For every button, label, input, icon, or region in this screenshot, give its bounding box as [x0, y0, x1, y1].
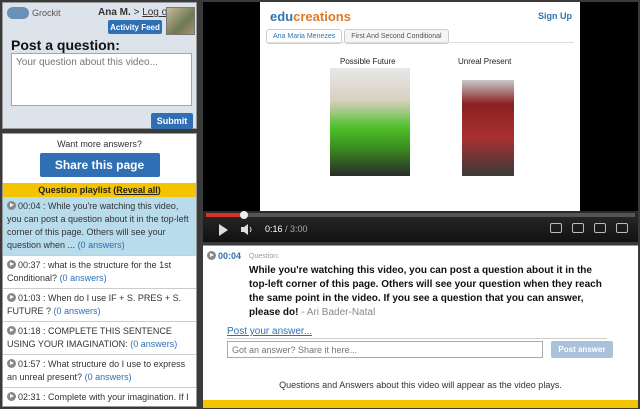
play-icon: [7, 260, 16, 269]
question-text: While you're watching this video, you ca…: [249, 264, 609, 320]
playlist-item-answers[interactable]: (0 answers): [109, 405, 156, 406]
playlist-item-answers[interactable]: (0 answers): [78, 240, 125, 250]
question-label: Question:: [249, 253, 279, 260]
progress-fill: [206, 213, 245, 217]
progress-bar[interactable]: [206, 211, 635, 219]
playlist-item[interactable]: 02:31 : Complete with your imagination. …: [3, 388, 196, 406]
user-name: Ana M.: [98, 7, 131, 18]
question-author: - Ari Bader-Natal: [301, 307, 376, 318]
captions-icon[interactable]: [550, 223, 562, 233]
volume-icon[interactable]: [241, 224, 253, 235]
activity-feed-button[interactable]: Activity Feed: [108, 20, 162, 34]
fullscreen-icon[interactable]: [616, 223, 628, 233]
qa-footer-note: Questions and Answers about this video w…: [279, 380, 562, 390]
post-answer-button[interactable]: Post answer: [551, 341, 613, 358]
drink-photo: [330, 68, 410, 176]
play-icon: [7, 201, 16, 210]
brand-part-b: creations: [293, 9, 351, 24]
question-time-label: 00:04: [218, 251, 242, 261]
playlist-item-time: 02:31: [18, 392, 41, 402]
ask-panel: Grockit Ana M. > Log out Activity Feed P…: [2, 2, 197, 129]
question-input[interactable]: [11, 53, 192, 106]
playlist-item[interactable]: 00:04 : While you're watching this video…: [3, 197, 196, 256]
share-page-button[interactable]: Share this page: [39, 153, 160, 177]
user-separator: >: [133, 7, 140, 18]
grockit-logo-icon: [7, 7, 29, 19]
playlist-title: Question playlist: [38, 185, 111, 195]
play-icon: [7, 293, 16, 302]
question-panel: 00:04 Question: While you're watching th…: [203, 245, 638, 408]
footer-bar: [203, 400, 638, 408]
playlist-item-answers[interactable]: (0 answers): [60, 273, 107, 283]
duration: / 3:00: [285, 224, 308, 234]
playlist-item-answers[interactable]: (0 answers): [85, 372, 132, 382]
video-slide: educreations Sign Up Ana Maria Menezes F…: [260, 2, 580, 211]
playlist-item-time: 00:37: [18, 260, 41, 270]
playlist-item[interactable]: 01:18 : COMPLETE THIS SENTENCE USING YOU…: [3, 322, 196, 355]
playlist-item-time: 01:18: [18, 326, 41, 336]
question-time[interactable]: 00:04: [207, 251, 241, 261]
answer-input[interactable]: [227, 341, 543, 358]
ask-title: Post a question:: [11, 37, 120, 53]
user-line: Ana M. > Log out: [98, 7, 176, 18]
avatar[interactable]: [166, 7, 195, 35]
video-controls: 0:16 / 3:00: [203, 211, 638, 242]
caption-unreal-present: Unreal Present: [458, 57, 512, 66]
slide-divider: [266, 42, 574, 43]
playlist-item-time: 01:03: [18, 293, 41, 303]
current-time: 0:16: [265, 224, 283, 234]
time-display: 0:16 / 3:00: [265, 224, 308, 234]
progress-knob[interactable]: [240, 211, 249, 219]
reveal-all-link[interactable]: Reveal all: [116, 185, 158, 195]
playlist-list: 00:04 : While you're watching this video…: [3, 197, 196, 406]
video-player[interactable]: educreations Sign Up Ana Maria Menezes F…: [203, 2, 638, 242]
settings-icon[interactable]: [572, 223, 584, 233]
play-icon: [7, 392, 16, 401]
playlist-header: Question playlist (Reveal all): [3, 183, 196, 197]
submit-button[interactable]: Submit: [151, 113, 193, 129]
play-icon[interactable]: [219, 224, 228, 236]
theater-icon[interactable]: [594, 223, 606, 233]
caption-possible-future: Possible Future: [340, 57, 396, 66]
play-icon: [7, 359, 16, 368]
signup-link[interactable]: Sign Up: [538, 11, 572, 21]
brand-part-a: edu: [270, 9, 294, 24]
playlist-item-answers[interactable]: (0 answers): [54, 306, 101, 316]
playlist-item-answers[interactable]: (0 answers): [130, 339, 177, 349]
educreations-logo: educreations: [270, 9, 351, 24]
playlist-item-time: 01:57: [18, 359, 41, 369]
grockit-logo[interactable]: Grockit: [7, 7, 61, 19]
post-divider: [227, 338, 607, 339]
post-answer-link[interactable]: Post your answer...: [227, 326, 312, 337]
logo-text: Grockit: [32, 8, 61, 18]
play-icon: [207, 251, 216, 260]
playlist-item[interactable]: 01:57 : What structure do I use to expre…: [3, 355, 196, 388]
playlist-item[interactable]: 01:03 : When do I use IF + S. PRES + S. …: [3, 289, 196, 322]
play-icon: [7, 326, 16, 335]
control-icons: [540, 223, 628, 233]
phone-booth-photo: [462, 80, 514, 176]
more-answers-prompt: Want more answers?: [57, 139, 142, 149]
playlist-item-time: 00:04: [18, 201, 41, 211]
playlist-panel: Want more answers? Share this page Quest…: [2, 133, 197, 407]
playlist-item[interactable]: 00:37 : what is the structure for the 1s…: [3, 256, 196, 289]
